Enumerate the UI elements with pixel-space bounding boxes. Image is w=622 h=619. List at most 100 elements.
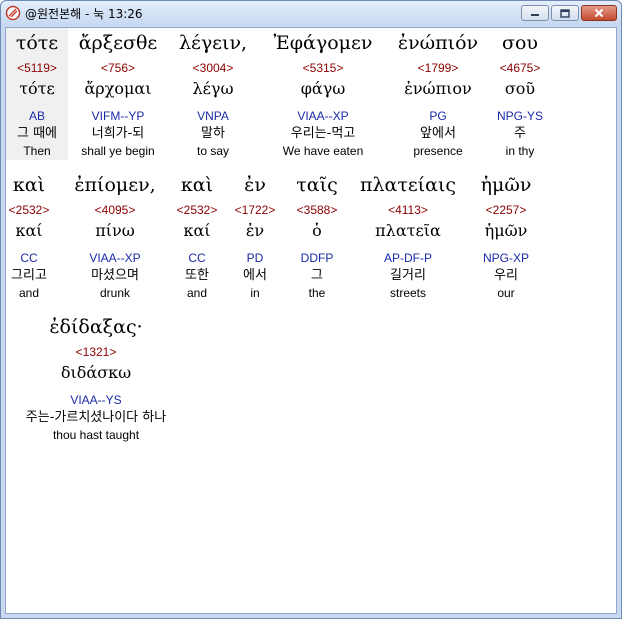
maximize-icon [560,8,570,18]
strong-number[interactable]: <2532> [6,202,52,219]
english-gloss: and [18,286,40,300]
morph-code[interactable]: VIFM--YP [68,101,168,125]
korean-gloss: 그 [311,268,323,283]
english-gloss: and [186,286,208,300]
korean-gloss: 에서 [243,268,267,283]
strong-number[interactable]: <1722> [228,202,282,219]
word-block[interactable]: καὶ <2532> καί CC 그리고 and [6,170,52,302]
strong-number[interactable]: <756> [68,60,168,77]
english-gloss: Then [23,144,51,158]
morph-code[interactable]: AP-DF-P [352,243,464,267]
english-gloss: presence [413,144,463,158]
greek-word: σου [502,32,538,54]
greek-word: καὶ [12,174,46,196]
application-window: @원전본해 - 눅 13:26 τότε <5119> τότε AB 그 때에… [0,0,622,619]
greek-word: ταῖς [296,174,338,196]
morph-code[interactable]: CC [170,243,224,267]
strong-number[interactable]: <5315> [258,60,388,77]
korean-gloss: 그 때에 [16,126,57,141]
word-block[interactable]: ἐνώπιόν <1799> ἐνώπιον PG 앞에서 presence [388,28,488,160]
strong-number[interactable]: <2532> [170,202,224,219]
app-icon [5,5,21,21]
lemma: ἐν [245,221,265,240]
korean-gloss: 우리 [494,268,518,283]
greek-word: Ἐφάγομεν [273,32,373,54]
greek-word: ἐδίδαξας· [49,316,143,338]
morph-code[interactable]: VIAA--YS [6,385,186,409]
morph-code[interactable]: DDFP [288,243,346,267]
minimize-icon [530,9,540,17]
strong-number[interactable]: <4675> [488,60,552,77]
strong-number[interactable]: <3004> [168,60,258,77]
korean-gloss: 그리고 [11,268,47,283]
english-gloss: drunk [99,286,131,300]
word-block[interactable]: ἄρξεσθε <756> ἄρχομαι VIFM--YP 너희가-되 sha… [68,28,168,160]
close-button[interactable] [581,5,617,21]
word-block[interactable]: λέγειν, <3004> λέγω VNPA 말하 to say [168,28,258,160]
english-gloss: to say [196,144,229,158]
morph-code[interactable]: AB [6,101,68,125]
close-icon [594,8,604,18]
strong-number[interactable]: <3588> [288,202,346,219]
minimize-button[interactable] [521,5,549,21]
strong-number[interactable]: <2257> [470,202,542,219]
morph-code[interactable]: PD [228,243,282,267]
lemma: ἐνώπιον [404,79,472,98]
title-bar[interactable]: @원전본해 - 눅 13:26 [1,1,621,25]
korean-gloss: 말하 [201,126,225,141]
greek-word: καὶ [180,174,214,196]
lemma: φάγω [300,79,346,98]
morph-code[interactable]: NPG-YS [488,101,552,125]
korean-gloss: 앞에서 [420,126,456,141]
korean-gloss: 또한 [185,268,209,283]
strong-number[interactable]: <5119> [6,60,68,77]
word-block[interactable]: ταῖς <3588> ὁ DDFP 그 the [288,170,346,302]
morph-code[interactable]: VNPA [168,101,258,125]
lemma: τότε [19,79,55,98]
lemma: ὁ [312,221,322,240]
english-gloss: We have eaten [282,144,364,158]
english-gloss: our [497,286,515,300]
lemma: διδάσκω [60,363,132,382]
word-block[interactable]: ἐδίδαξας· <1321> διδάσκω VIAA--YS 주는-가르치… [6,312,186,444]
lemma: πλατεῖα [375,221,441,240]
korean-gloss: 주는-가르치셨나이다 하나 [25,410,167,425]
greek-word: ἐπίομεν, [74,174,156,196]
strong-number[interactable]: <1321> [6,344,186,361]
morph-code[interactable]: NPG-XP [470,243,542,267]
korean-gloss: 길거리 [390,268,426,283]
word-block[interactable]: πλατείαις <4113> πλατεῖα AP-DF-P 길거리 str… [352,170,464,302]
word-block[interactable]: ἐν <1722> ἐν PD 에서 in [228,170,282,302]
morph-code[interactable]: VIAA--XP [258,101,388,125]
greek-word: ἐνώπιόν [397,32,479,54]
korean-gloss: 마셨으며 [91,268,139,283]
lemma: ἡμῶν [484,221,528,240]
strong-number[interactable]: <4113> [352,202,464,219]
korean-gloss: 우리는-먹고 [290,126,356,141]
word-block[interactable]: σου <4675> σοῦ NPG-YS 주 in thy [488,28,552,160]
lemma: λέγω [192,79,234,98]
strong-number[interactable]: <4095> [64,202,166,219]
greek-word: ἐν [244,174,266,196]
word-block[interactable]: ἡμῶν <2257> ἡμῶν NPG-XP 우리 our [470,170,542,302]
greek-word: τότε [15,32,59,54]
english-gloss: in thy [505,144,535,158]
lemma: σοῦ [504,79,536,98]
maximize-button[interactable] [551,5,579,21]
english-gloss: shall ye begin [81,144,155,158]
window-title: @원전본해 - 눅 13:26 [25,7,143,21]
morph-code[interactable]: CC [6,243,52,267]
strong-number[interactable]: <1799> [388,60,488,77]
greek-word: ἡμῶν [480,174,532,196]
word-block[interactable]: τότε <5119> τότε AB 그 때에 Then [6,28,68,160]
morph-code[interactable]: VIAA--XP [64,243,166,267]
morph-code[interactable]: PG [388,101,488,125]
english-gloss: streets [389,286,426,300]
english-gloss: thou hast taught [52,428,140,442]
korean-gloss: 너희가-되 [91,126,145,141]
lemma: καί [183,221,211,240]
word-block[interactable]: Ἐφάγομεν <5315> φάγω VIAA--XP 우리는-먹고 We … [258,28,388,160]
word-block[interactable]: ἐπίομεν, <4095> πίνω VIAA--XP 마셨으며 drunk [64,170,166,302]
word-block[interactable]: καὶ <2532> καί CC 또한 and [170,170,224,302]
english-gloss: the [308,286,326,300]
